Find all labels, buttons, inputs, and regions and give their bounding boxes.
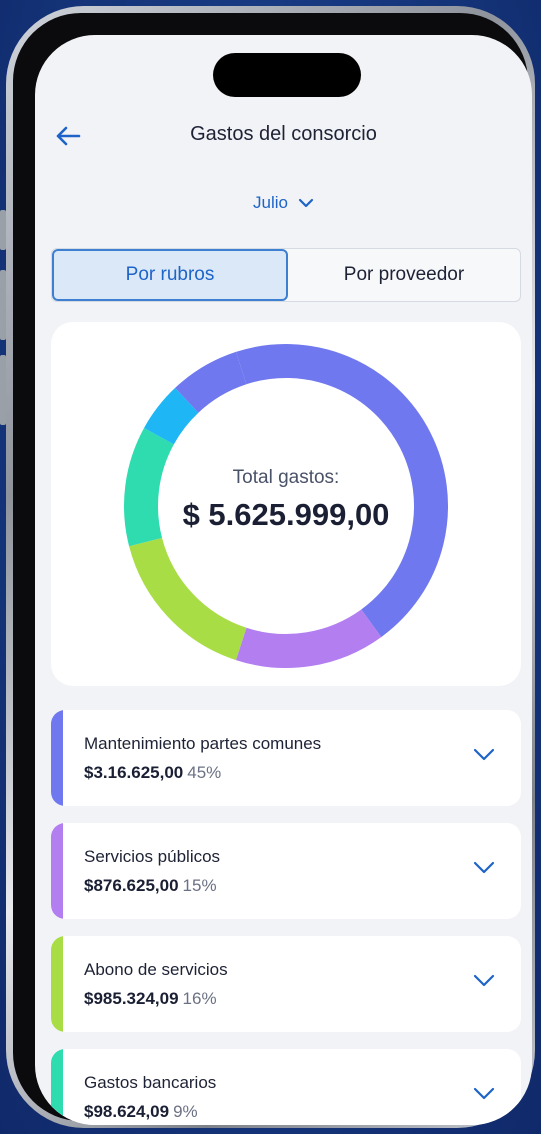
page-title: Gastos del consorcio <box>190 123 377 145</box>
category-color-bar <box>51 936 63 1032</box>
expense-amount-row: $985.324,09 16% <box>84 989 217 1009</box>
chevron-down-icon[interactable] <box>473 861 495 875</box>
chevron-down-icon[interactable] <box>473 748 495 762</box>
expense-amount-row: $876.625,00 15% <box>84 876 217 896</box>
expense-item[interactable]: Servicios públicos $876.625,00 15% <box>51 823 521 919</box>
expense-item[interactable]: Mantenimiento partes comunes $3.16.625,0… <box>51 710 521 806</box>
total-label: Total gastos: <box>232 467 340 488</box>
expense-name: Mantenimiento partes comunes <box>84 734 322 753</box>
chart-card: Total gastos: $ 5.625.999,00 <box>51 322 521 686</box>
app-screen: Gastos del consorcio Julio Por rubros Po… <box>35 35 532 1125</box>
expense-percent: 15% <box>182 876 217 895</box>
donut-segment <box>175 351 247 414</box>
chevron-down-icon[interactable] <box>473 974 495 988</box>
expense-name: Servicios públicos <box>84 847 221 866</box>
phone-side-button <box>0 355 6 425</box>
view-tabs: Por rubros Por proveedor <box>51 248 521 302</box>
expense-amount: $876.625,00 <box>84 876 179 895</box>
expense-amount: $985.324,09 <box>84 989 179 1008</box>
chevron-down-icon <box>298 198 314 208</box>
tab-por-proveedor[interactable]: Por proveedor <box>288 249 520 301</box>
header: Gastos del consorcio <box>35 115 532 155</box>
phone-bezel: Gastos del consorcio Julio Por rubros Po… <box>13 13 532 1125</box>
chevron-down-icon[interactable] <box>473 1087 495 1101</box>
expense-amount-row: $98.624,09 9% <box>84 1102 198 1122</box>
expense-percent: 16% <box>182 989 217 1008</box>
expense-item[interactable]: Gastos bancarios $98.624,09 9% <box>51 1049 521 1125</box>
donut-segment <box>129 537 247 661</box>
expense-name: Gastos bancarios <box>84 1073 217 1092</box>
category-color-bar <box>51 823 63 919</box>
total-value: $ 5.625.999,00 <box>182 497 390 532</box>
month-selector[interactable]: Julio <box>35 193 532 213</box>
expense-amount-row: $3.16.625,00 45% <box>84 763 221 783</box>
donut-segment <box>235 344 448 638</box>
category-color-bar <box>51 710 63 806</box>
donut-segment <box>144 387 199 445</box>
donut-segment <box>235 609 382 668</box>
phone-side-button <box>0 210 6 250</box>
expense-amount: $98.624,09 <box>84 1102 170 1121</box>
expense-percent: 45% <box>187 763 222 782</box>
expense-percent: 9% <box>173 1102 198 1121</box>
expense-item[interactable]: Abono de servicios $985.324,09 16% <box>51 936 521 1032</box>
expense-amount: $3.16.625,00 <box>84 763 184 782</box>
month-label: Julio <box>253 193 288 212</box>
dynamic-island <box>213 53 361 97</box>
expense-name: Abono de servicios <box>84 960 228 979</box>
category-color-bar <box>51 1049 63 1125</box>
tab-por-rubros[interactable]: Por rubros <box>52 249 288 301</box>
phone-side-button <box>0 270 6 340</box>
